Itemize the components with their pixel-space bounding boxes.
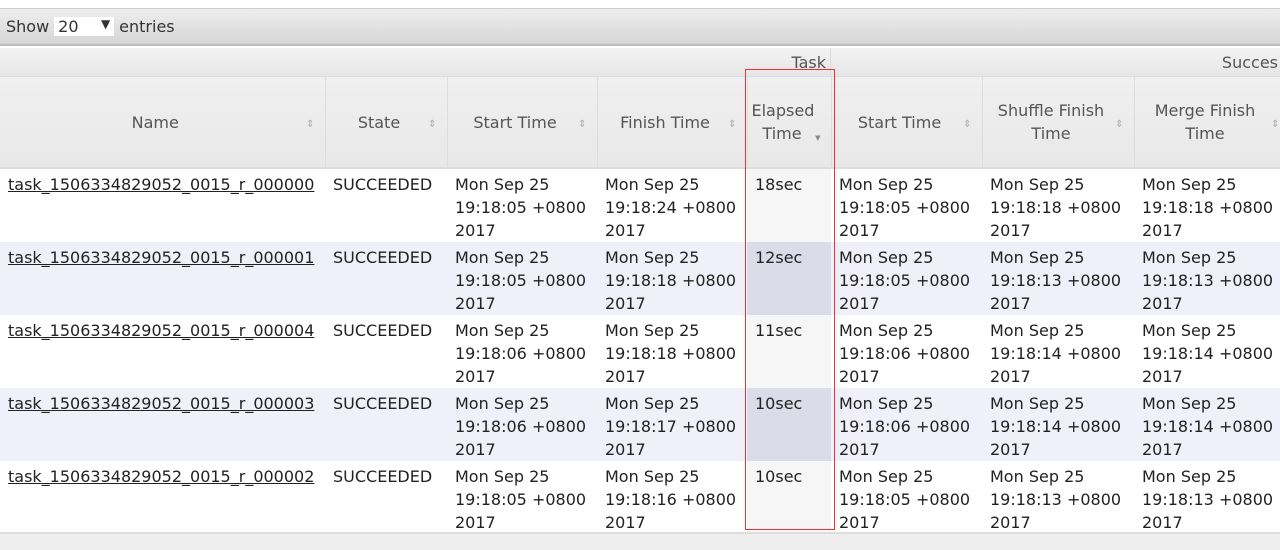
entries-label: entries [119,17,175,36]
cell-finish: Mon Sep 25 19:18:24 +0800 2017 [605,175,737,240]
column-header-label: Start Time [857,112,942,132]
cell-name: task_1506334829052_0015_r_000001 [0,242,325,315]
column-header-finish-time[interactable]: Finish Time ⇕ [597,77,748,169]
sort-icon: ⇕ [963,119,972,130]
task-link[interactable]: task_1506334829052_0015_r_000003 [8,394,314,413]
cell-state: SUCCEEDED [333,175,433,194]
table-footer [0,532,1280,550]
cell-start: Mon Sep 25 19:18:05 +0800 2017 [455,175,587,240]
cell-state: SUCCEEDED [325,242,447,315]
task-link[interactable]: task_1506334829052_0015_r_000000 [8,175,314,194]
cell-merge: Mon Sep 25 19:18:13 +0800 2017 [1134,242,1280,315]
cell-name: task_1506334829052_0015_r_000004 [0,315,325,388]
column-header-label: Finish Time [620,112,710,132]
sort-icon: ⇕ [428,119,437,130]
column-header-label: Start Time [473,112,557,132]
cell-finish: Mon Sep 25 19:18:17 +0800 2017 [597,388,747,461]
cell-finish: Mon Sep 25 19:18:16 +0800 2017 [605,467,737,532]
table-row: task_1506334829052_0015_r_000003 SUCCEEDE… [0,388,1280,461]
table-row: task_1506334829052_0015_r_000001 SUCCEEDE… [0,242,1280,315]
column-header-label: Merge Finish Time [1154,101,1256,143]
cell-shuffle: Mon Sep 25 19:18:13 +0800 2017 [982,242,1134,315]
task-link[interactable]: task_1506334829052_0015_r_000002 [8,467,314,486]
cell-start: Mon Sep 25 19:18:06 +0800 2017 [447,388,597,461]
column-header-label: Name [131,112,179,132]
cell-s_start: Mon Sep 25 19:18:06 +0800 2017 [831,388,982,461]
cell-finish: Mon Sep 25 19:18:18 +0800 2017 [605,321,737,386]
column-header-state[interactable]: State ⇕ [325,77,448,169]
cell-s_start: Mon Sep 25 19:18:05 +0800 2017 [839,175,971,240]
cell-shuffle: Mon Sep 25 19:18:14 +0800 2017 [982,388,1134,461]
cell-state: SUCCEEDED [333,467,433,486]
cell-merge: Mon Sep 25 19:18:14 +0800 2017 [1134,388,1280,461]
cell-shuffle: Mon Sep 25 19:18:14 +0800 2017 [990,321,1122,386]
sort-icon: ⇕ [728,119,737,130]
cell-shuffle: Mon Sep 25 19:18:18 +0800 2017 [990,175,1122,240]
column-header-merge-finish-time[interactable]: Merge Finish Time ⇕ [1134,77,1280,169]
cell-finish: Mon Sep 25 19:18:18 +0800 2017 [597,242,747,315]
table-row: task_1506334829052_0015_r_000002 SUCCEEDE… [0,461,1280,534]
highlight-box [745,69,835,530]
group-header-successful: Succes [831,48,1280,77]
sort-icon: ⇕ [1271,119,1280,130]
table-length-toolbar: Show 20 ▼ entries [0,8,1280,46]
cell-shuffle: Mon Sep 25 19:18:13 +0800 2017 [990,467,1122,532]
cell-s_start: Mon Sep 25 19:18:05 +0800 2017 [831,242,982,315]
cell-start: Mon Sep 25 19:18:06 +0800 2017 [455,321,587,386]
cell-start: Mon Sep 25 19:18:05 +0800 2017 [455,467,587,532]
table-row: task_1506334829052_0015_r_000000 SUCCEEDE… [0,168,1280,242]
column-header-successful-start-time[interactable]: Start Time ⇕ [831,77,983,169]
column-header-shuffle-finish-time[interactable]: Shuffle Finish Time ⇕ [982,77,1135,169]
cell-merge: Mon Sep 25 19:18:18 +0800 2017 [1142,175,1274,240]
dropdown-arrow-icon: ▼ [100,17,111,31]
sort-icon: ⇕ [1115,119,1124,130]
cell-name: task_1506334829052_0015_r_000003 [0,388,325,461]
cell-state: SUCCEEDED [325,388,447,461]
cell-merge: Mon Sep 25 19:18:13 +0800 2017 [1142,467,1274,532]
sort-icon: ⇕ [578,119,587,130]
task-link[interactable]: task_1506334829052_0015_r_000004 [8,321,314,340]
cell-s_start: Mon Sep 25 19:18:06 +0800 2017 [839,321,971,386]
cell-state: SUCCEEDED [333,321,433,340]
column-header-label: Shuffle Finish Time [997,101,1105,143]
column-header-label: State [357,112,401,132]
show-label: Show [6,17,50,36]
entries-value: 20 [58,17,79,36]
cell-s_start: Mon Sep 25 19:18:05 +0800 2017 [839,467,971,532]
sort-icon: ⇕ [306,119,315,130]
cell-merge: Mon Sep 25 19:18:14 +0800 2017 [1142,321,1274,386]
cell-start: Mon Sep 25 19:18:05 +0800 2017 [447,242,597,315]
task-link[interactable]: task_1506334829052_0015_r_000001 [8,248,314,267]
cell-name: task_1506334829052_0015_r_000000 [0,168,325,242]
table-row: task_1506334829052_0015_r_000004 SUCCEEDE… [0,315,1280,388]
cell-name: task_1506334829052_0015_r_000002 [0,461,325,534]
tasks-table: Name ⇕ State ⇕ Start Time ⇕ Finish Time ⇕ Elapse… [0,77,1280,534]
entries-select[interactable]: 20 ▼ [54,17,115,36]
column-header-name[interactable]: Name ⇕ [0,77,326,169]
group-header-task: Task [0,48,831,77]
column-header-start-time[interactable]: Start Time ⇕ [447,77,598,169]
